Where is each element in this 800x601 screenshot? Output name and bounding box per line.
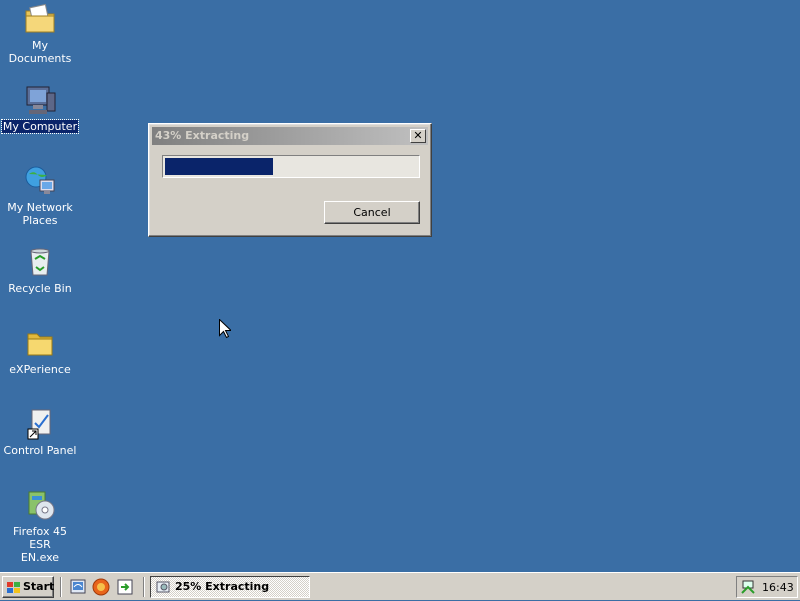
desktop-icon-experience[interactable]: eXPerience bbox=[0, 326, 80, 376]
start-button[interactable]: Start bbox=[2, 576, 54, 598]
installer-exe-icon bbox=[23, 488, 57, 522]
desktop-icon-label: My Documents bbox=[8, 39, 72, 65]
taskbar-separator bbox=[60, 577, 62, 597]
my-computer-icon bbox=[23, 83, 57, 117]
installer-icon bbox=[155, 579, 171, 595]
desktop-icon-my-computer[interactable]: My Computer bbox=[0, 83, 80, 134]
taskbar-button-extracting[interactable]: 25% Extracting bbox=[150, 576, 310, 598]
desktop-icon-label: eXPerience bbox=[9, 363, 71, 376]
launch-icon[interactable] bbox=[116, 578, 134, 596]
clock[interactable]: 16:43 bbox=[762, 581, 794, 594]
start-label: Start bbox=[23, 580, 55, 593]
close-button[interactable]: ✕ bbox=[410, 129, 426, 143]
desktop-icon-label: Firefox 45 ESR EN.exe bbox=[13, 525, 67, 564]
mouse-cursor-icon bbox=[219, 318, 233, 339]
my-documents-folder-icon bbox=[23, 2, 57, 36]
cancel-button[interactable]: Cancel bbox=[324, 201, 420, 224]
desktop-icon-my-documents[interactable]: My Documents bbox=[0, 2, 80, 65]
desktop-icon-recycle-bin[interactable]: Recycle Bin bbox=[0, 245, 80, 295]
desktop-icon-label: My Computer bbox=[0, 119, 80, 134]
windows-flag-icon bbox=[7, 581, 21, 593]
folder-icon bbox=[23, 326, 57, 360]
browser-icon[interactable] bbox=[92, 578, 110, 596]
desktop-icon-control-panel[interactable]: Control Panel bbox=[0, 407, 80, 457]
desktop-icon-label: Control Panel bbox=[3, 444, 77, 457]
progress-fill bbox=[165, 158, 273, 175]
progress-bar bbox=[162, 155, 420, 178]
dialog-titlebar[interactable]: 43% Extracting ✕ bbox=[152, 127, 428, 145]
recycle-bin-icon bbox=[23, 245, 57, 279]
taskbar-separator bbox=[143, 577, 145, 597]
dialog-title: 43% Extracting bbox=[155, 129, 250, 142]
desktop-icon-firefox-installer[interactable]: Firefox 45 ESR EN.exe bbox=[0, 488, 80, 564]
desktop-icon-label: Recycle Bin bbox=[8, 282, 72, 295]
control-panel-icon bbox=[23, 407, 57, 441]
network-tray-icon[interactable] bbox=[740, 579, 756, 595]
close-icon: ✕ bbox=[413, 129, 423, 142]
taskbar-button-label: 25% Extracting bbox=[175, 580, 270, 593]
desktop-icon-network-places[interactable]: My Network Places bbox=[0, 164, 80, 227]
system-tray: 16:43 bbox=[736, 576, 798, 598]
extracting-dialog: 43% Extracting ✕ Cancel bbox=[148, 123, 432, 237]
taskbar: Start 25% Extracting 16:43 bbox=[0, 572, 800, 600]
desktop-icon-label: My Network Places bbox=[7, 201, 73, 227]
show-desktop-icon[interactable] bbox=[69, 578, 87, 596]
network-places-icon bbox=[23, 164, 57, 198]
